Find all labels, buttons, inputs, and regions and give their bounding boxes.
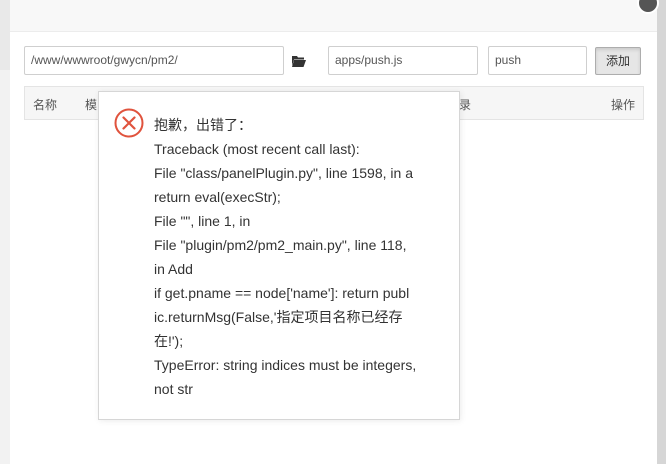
background-panel-left (0, 70, 10, 464)
error-line: ic.returnMsg(False,'指定项目名称已经存 (154, 309, 403, 325)
dialog-header (10, 0, 657, 32)
column-header-mode: 模 (85, 98, 98, 112)
error-line: File "", line 1, in (154, 213, 251, 229)
error-line: File "plugin/pm2/pm2_main.py", line 118, (154, 237, 407, 253)
error-line: if get.pname == node['name']: return pub… (154, 285, 410, 301)
error-line: 在!'); (154, 333, 184, 349)
column-header-directory: 录 (459, 98, 472, 112)
startup-file-input[interactable]: apps/push.js (328, 46, 478, 75)
error-line: Traceback (most recent call last): (154, 141, 360, 157)
folder-open-icon[interactable] (292, 55, 306, 67)
error-line: File "class/panelPlugin.py", line 1598, … (154, 165, 413, 181)
error-line: TypeError: string indices must be intege… (154, 357, 417, 373)
column-header-name: 名称 (33, 98, 58, 112)
error-circle-x-icon (114, 108, 144, 138)
add-button[interactable]: 添加 (595, 47, 641, 75)
error-title: 抱歉，出错了： (154, 117, 252, 133)
error-traceback: Traceback (most recent call last): File … (154, 137, 444, 401)
background-scrollbar-area (657, 0, 666, 464)
error-line: return eval(execStr); (154, 189, 281, 205)
error-line: not str (154, 381, 193, 397)
error-message-popup: 抱歉，出错了： Traceback (most recent call last… (98, 91, 460, 420)
error-line: in Add (154, 261, 193, 277)
column-header-actions: 操作 (611, 98, 636, 112)
project-path-input[interactable]: /www/wwwroot/gwycn/pm2/ (24, 46, 284, 75)
project-name-input[interactable]: push (488, 46, 587, 75)
